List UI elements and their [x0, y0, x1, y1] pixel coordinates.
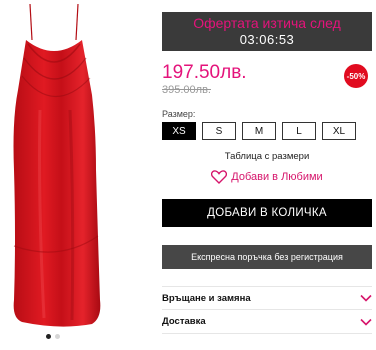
size-option-l[interactable]: L	[282, 122, 316, 140]
product-image	[13, 3, 101, 327]
accordion-returns[interactable]: Връщане и замяна	[162, 286, 372, 310]
offer-timer: 03:06:53	[239, 32, 295, 47]
size-table-link[interactable]: Таблица с размери	[162, 151, 372, 162]
size-option-s[interactable]: S	[202, 122, 236, 140]
add-to-cart-button[interactable]: ДОБАВИ В КОЛИЧКА	[162, 199, 372, 227]
discount-badge: -50%	[344, 64, 368, 88]
product-details: Офертата изтича след 03:06:53 197.50лв. …	[162, 0, 372, 350]
heart-icon	[211, 170, 228, 184]
gallery-dot-1[interactable]	[46, 334, 51, 339]
gallery-pagination[interactable]	[46, 334, 60, 339]
chevron-down-icon	[360, 294, 372, 302]
wishlist-label: Добави в Любими	[231, 171, 323, 183]
chevron-down-icon	[360, 318, 372, 326]
accordion-delivery[interactable]: Доставка	[162, 310, 372, 334]
add-to-wishlist-button[interactable]: Добави в Любими	[162, 170, 372, 184]
accordion-returns-label: Връщане и замяна	[162, 292, 251, 304]
offer-countdown: Офертата изтича след 03:06:53	[162, 12, 372, 51]
express-order-button[interactable]: Експресна поръчка без регистрация	[162, 245, 372, 269]
accordion-delivery-label: Доставка	[162, 316, 206, 327]
size-option-m[interactable]: M	[242, 122, 276, 140]
size-label: Размер:	[162, 109, 196, 119]
gallery-dot-2[interactable]	[55, 334, 60, 339]
current-price: 197.50лв.	[162, 62, 247, 83]
size-option-xl[interactable]: XL	[322, 122, 356, 140]
product-gallery[interactable]	[0, 0, 152, 350]
offer-label: Офертата изтича след	[193, 15, 341, 31]
size-selector: XS S M L XL	[162, 122, 356, 140]
old-price: 395.00лв.	[162, 84, 211, 96]
size-option-xs[interactable]: XS	[162, 122, 196, 140]
